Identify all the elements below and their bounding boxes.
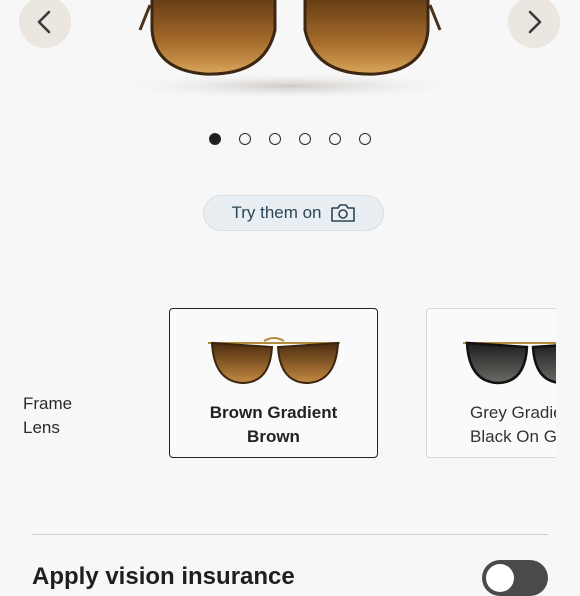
- carousel-edge: [556, 300, 580, 470]
- try-on-button[interactable]: Try them on: [203, 195, 384, 231]
- variant-name: Grey Gradient Black On Gold: [470, 403, 566, 446]
- camera-icon: [330, 204, 355, 222]
- chevron-left-icon: [37, 10, 51, 34]
- pagination-dot[interactable]: [359, 133, 371, 145]
- pagination-dot[interactable]: [239, 133, 251, 145]
- sunglasses-image: [105, 0, 475, 100]
- toggle-knob: [486, 564, 514, 592]
- brown-gradient-sunglasses-image: [208, 337, 340, 385]
- pagination-dot[interactable]: [299, 133, 311, 145]
- variant-name: Brown Gradient Brown: [209, 403, 338, 446]
- vision-insurance-label: Apply vision insurance: [32, 563, 295, 590]
- variant-card[interactable]: Grey Gradient Black On Gold: [426, 308, 566, 458]
- pagination-dot[interactable]: [209, 133, 221, 145]
- section-divider: [32, 534, 548, 535]
- product-hero-image: [0, 0, 580, 110]
- chevron-right-icon: [528, 10, 542, 34]
- pagination-dot[interactable]: [329, 133, 341, 145]
- grey-gradient-sunglasses-image: [463, 341, 565, 385]
- try-on-label: Try them on: [231, 203, 322, 222]
- variant-card-selected[interactable]: Brown Gradient Brown: [169, 308, 378, 458]
- lens-label: Lens: [23, 418, 60, 437]
- vision-insurance-toggle[interactable]: [482, 560, 548, 596]
- carousel-pagination: [209, 133, 371, 145]
- variant-attribute-labels: Frame Lens: [23, 392, 72, 440]
- pagination-dot[interactable]: [269, 133, 281, 145]
- frame-label: Frame: [23, 394, 73, 413]
